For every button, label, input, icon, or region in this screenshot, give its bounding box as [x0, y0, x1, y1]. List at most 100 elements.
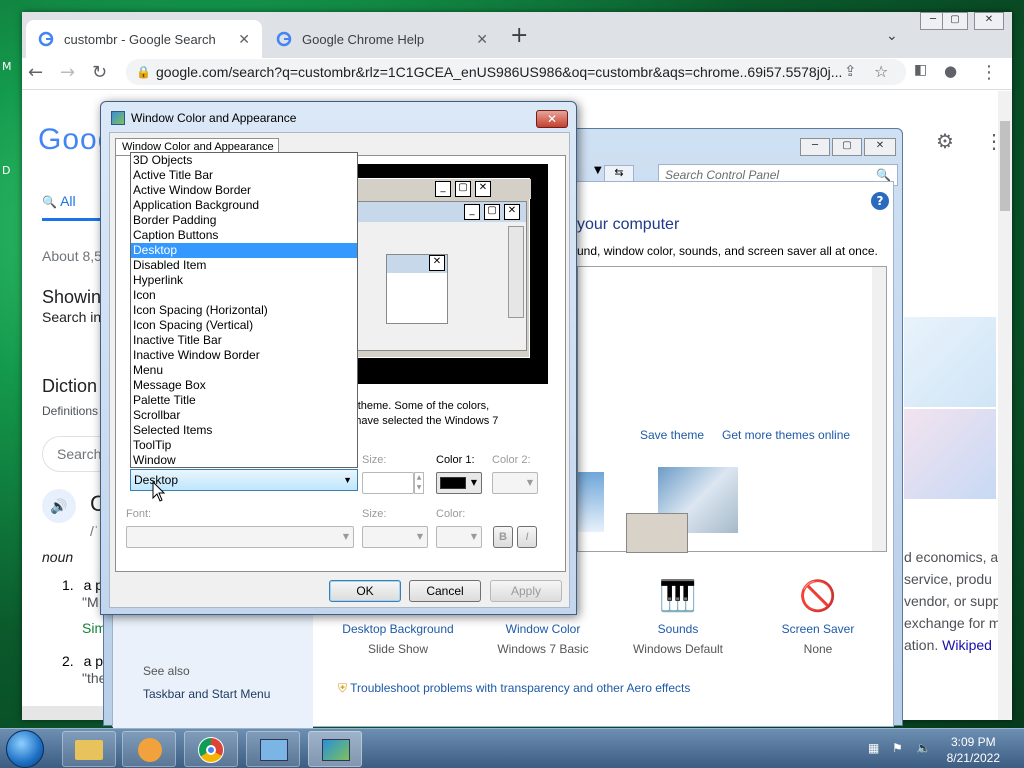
apply-button[interactable]: Apply	[490, 580, 562, 602]
dropdown-item[interactable]: Inactive Window Border	[131, 348, 357, 363]
desktop-background-tile[interactable]: Desktop Background Slide Show	[338, 622, 458, 656]
dropdown-item[interactable]: Caption Buttons	[131, 228, 357, 243]
font-color-picker[interactable]: ▼	[436, 526, 482, 548]
sounds-tile[interactable]: 🎹 Sounds Windows Default	[618, 572, 738, 656]
scrollbar-thumb[interactable]	[1000, 121, 1010, 211]
color1-picker[interactable]: ▼	[436, 472, 482, 494]
new-tab-button[interactable]: +	[510, 25, 528, 47]
settings-gear-icon[interactable]: ⚙	[936, 129, 954, 154]
taskbar-chrome-icon[interactable]	[184, 731, 238, 767]
chevron-down-icon: ▼	[343, 475, 352, 485]
knowledge-image-1[interactable]	[904, 317, 996, 407]
color2-label: Color 2:	[492, 454, 531, 466]
troubleshoot-link[interactable]: ⛨ Troubleshoot problems with transparenc…	[338, 681, 690, 696]
address-bar[interactable]: 🔒 google.com/search?q=custombr&rlz=1C1GC…	[126, 59, 906, 85]
dropdown-item[interactable]: Desktop	[131, 243, 357, 258]
dropdown-item[interactable]: Palette Title	[131, 393, 357, 408]
taskbar-appearance-icon[interactable]	[308, 731, 362, 767]
page-scrollbar[interactable]	[998, 91, 1012, 720]
dropdown-item[interactable]: ToolTip	[131, 438, 357, 453]
dropdown-item[interactable]: Selected Items	[131, 423, 357, 438]
taskbar-media-player-icon[interactable]	[122, 731, 176, 767]
themes-list[interactable]: Save theme Get more themes online	[577, 266, 887, 553]
dropdown-item[interactable]: Border Padding	[131, 213, 357, 228]
font-select[interactable]: ▼	[126, 526, 354, 548]
preview-min-icon: _	[435, 181, 451, 197]
item-size-input[interactable]	[362, 472, 414, 494]
menu-dots-icon[interactable]: ⋮	[980, 62, 998, 83]
dropdown-item[interactable]: Menu	[131, 363, 357, 378]
themes-scrollbar[interactable]	[872, 267, 886, 551]
font-size-select[interactable]: ▼	[362, 526, 428, 548]
side-panel-icon[interactable]: ◧	[914, 62, 927, 78]
dropdown-item[interactable]: Scrollbar	[131, 408, 357, 423]
color2-picker[interactable]: ▼	[492, 472, 538, 494]
save-theme-link[interactable]: Save theme	[640, 428, 704, 442]
close-tab-icon[interactable]: ✕	[476, 31, 488, 48]
dictionary-heading: Diction	[42, 376, 98, 396]
bold-button[interactable]: B	[493, 526, 513, 548]
dropdown-item[interactable]: Message Box	[131, 378, 357, 393]
forward-arrow-icon[interactable]: →	[60, 62, 75, 83]
wikipedia-link[interactable]: Wikiped	[942, 637, 992, 653]
dropdown-item[interactable]: Window	[131, 453, 357, 468]
close-window-button[interactable]: ✕	[974, 12, 1004, 30]
screen-saver-tile[interactable]: 🚫 Screen Saver None	[758, 572, 878, 656]
close-tab-icon[interactable]: ✕	[238, 31, 250, 48]
speaker-icon[interactable]: 🔊	[42, 489, 76, 523]
tab-google-search[interactable]: custombr - Google Search ✕	[26, 20, 262, 58]
part-of-speech: noun	[42, 549, 74, 565]
volume-icon[interactable]: 🔈	[916, 741, 931, 755]
clock[interactable]: 3:09 PM 8/21/2022	[947, 734, 1000, 766]
dropdown-item[interactable]: Inactive Title Bar	[131, 333, 357, 348]
dropdown-item[interactable]: Active Title Bar	[131, 168, 357, 183]
taskbar-link[interactable]: Taskbar and Start Menu	[143, 687, 270, 701]
bookmark-star-icon[interactable]: ☆	[874, 62, 888, 81]
back-arrow-icon[interactable]: ←	[28, 62, 43, 83]
tab-chrome-help[interactable]: Google Chrome Help ✕	[264, 20, 500, 58]
dropdown-item[interactable]: Icon Spacing (Horizontal)	[131, 303, 357, 318]
dropdown-arrow-icon[interactable]: ▼	[594, 165, 602, 176]
start-button-windows-icon[interactable]	[6, 730, 44, 768]
theme-thumbnail-selected[interactable]	[626, 513, 688, 553]
dropdown-item[interactable]: Active Window Border	[131, 183, 357, 198]
dialog-close-button[interactable]: ✕	[536, 110, 568, 128]
network-icon[interactable]: ▦	[868, 741, 879, 755]
size-spinner[interactable]: ▲ ▼	[414, 472, 424, 494]
dropdown-item[interactable]: Application Background	[131, 198, 357, 213]
cancel-button[interactable]: Cancel	[409, 580, 481, 602]
reload-icon[interactable]: ↻	[92, 62, 107, 83]
help-icon[interactable]: ?	[871, 192, 889, 210]
dropdown-item[interactable]: Hyperlink	[131, 273, 357, 288]
profile-avatar-icon[interactable]: ●	[944, 62, 957, 80]
sounds-icon: 🎹	[659, 580, 697, 613]
ok-button[interactable]: OK	[329, 580, 401, 602]
action-center-flag-icon[interactable]: ⚑	[892, 741, 903, 755]
taskbar-explorer-icon[interactable]	[62, 731, 116, 767]
dropdown-item[interactable]: Disabled Item	[131, 258, 357, 273]
search-instead-text[interactable]: Search in	[42, 309, 101, 325]
desktop-icon-label: M	[2, 60, 12, 73]
preview-active-window: _ ▢ ✕ ✕	[347, 201, 527, 351]
theme-thumbnail[interactable]	[578, 472, 604, 532]
italic-button[interactable]: I	[517, 526, 537, 548]
share-icon[interactable]: ⇪	[844, 62, 857, 80]
item-dropdown-list[interactable]: 3D Objects Active Title Bar Active Window …	[130, 152, 358, 468]
font-label: Font:	[126, 508, 152, 520]
dropdown-item[interactable]: Icon	[131, 288, 357, 303]
color1-label: Color 1:	[436, 454, 475, 466]
get-more-themes-link[interactable]: Get more themes online	[722, 428, 850, 442]
taskbar-control-panel-icon[interactable]	[246, 731, 300, 767]
tab-all[interactable]: 🔍 All	[42, 193, 76, 209]
cp-maximize-button[interactable]: ▢	[832, 138, 862, 156]
dropdown-item[interactable]: 3D Objects	[131, 153, 357, 168]
knowledge-image-2[interactable]	[904, 409, 996, 499]
tab-all-underline	[42, 218, 102, 221]
tab-search-chevron-icon[interactable]: ⌄	[886, 28, 898, 44]
lock-icon: 🔒	[136, 65, 151, 79]
search-icon: 🔍	[42, 195, 57, 209]
cp-close-button[interactable]: ✕	[864, 138, 896, 156]
dropdown-item[interactable]: Icon Spacing (Vertical)	[131, 318, 357, 333]
maximize-button[interactable]: ▢	[942, 12, 968, 30]
cp-minimize-button[interactable]: ─	[800, 138, 830, 156]
